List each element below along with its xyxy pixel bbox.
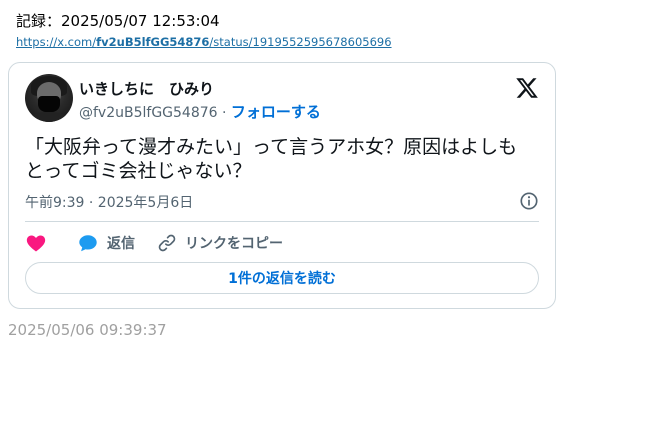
reply-button[interactable]: 返信 [77,232,157,254]
link-icon [158,234,176,252]
action-bar: 返信 リンクをコピー [25,231,283,255]
tweet-timestamp[interactable]: 午前9:39 · 2025年5月6日 [25,192,193,212]
avatar[interactable] [25,74,73,122]
source-url-link[interactable]: https://x.com/fv2uB5lfGG54876/status/191… [16,35,392,49]
tweet-text: 「大阪弁って漫才みたい」って言うアホ女？原因はよしもとってゴミ会社じゃない？ [25,136,518,182]
url-prefix: https://x.com/ [16,35,97,49]
handle-line: @fv2uB5lfGG54876 · フォローする [79,101,321,122]
url-user: fv2uB5lfGG54876 [96,35,210,49]
footer-date: 2025/05/06 09:39:37 [8,321,167,339]
heart-icon [26,235,46,252]
handle-separator: · [217,105,231,121]
reply-bubble-icon [79,235,97,252]
user-handle[interactable]: @fv2uB5lfGG54876 [79,105,218,121]
read-replies-button[interactable]: 1件の返信を読む [25,262,539,294]
divider [25,221,539,222]
info-icon[interactable] [519,191,539,211]
follow-button[interactable]: フォローする [231,103,321,121]
record-timestamp: 記録：2025/05/07 12:53:04 [16,12,220,30]
url-suffix: /status/1919552595678605696 [209,35,392,49]
reply-label: 返信 [107,236,135,252]
display-name[interactable]: いきしちに ひみり [79,78,214,99]
tweet-card: いきしちに ひみり @fv2uB5lfGG54876 · フォローする 「大阪弁… [8,62,556,309]
x-logo-icon[interactable] [515,76,539,100]
like-button[interactable] [25,232,77,254]
copy-link-label: リンクをコピー [185,236,283,252]
copy-link-button[interactable]: リンクをコピー [157,233,283,253]
